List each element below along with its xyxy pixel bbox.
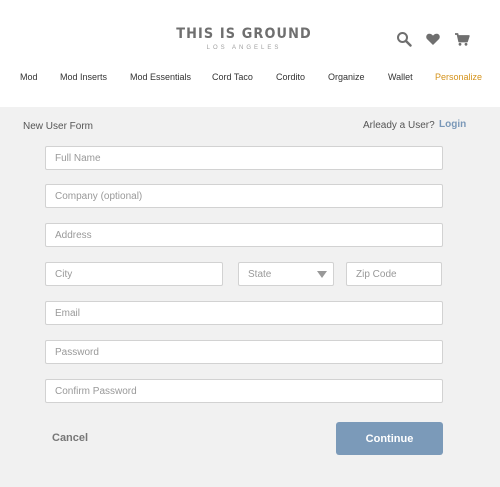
continue-button[interactable]: Continue <box>336 422 443 455</box>
nav-item-mod-inserts[interactable]: Mod Inserts <box>60 72 107 82</box>
cancel-button[interactable]: Cancel <box>52 432 88 444</box>
password-input[interactable] <box>45 340 443 364</box>
company-input[interactable] <box>45 184 443 208</box>
email-input[interactable] <box>45 301 443 325</box>
heart-icon[interactable] <box>425 31 441 47</box>
confirm-password-input[interactable] <box>45 379 443 403</box>
zip-code-input[interactable] <box>346 262 442 286</box>
city-input[interactable] <box>45 262 223 286</box>
already-user-text: Arleady a User? <box>363 120 435 131</box>
nav-item-mod-essentials[interactable]: Mod Essentials <box>130 72 191 82</box>
full-name-input[interactable] <box>45 146 443 170</box>
header-icons <box>396 31 470 47</box>
cart-icon[interactable] <box>454 31 470 47</box>
new-user-form-panel: New User Form Arleady a User? Login Stat… <box>0 107 500 487</box>
nav-item-cordito[interactable]: Cordito <box>276 72 305 82</box>
site-header: THIS IS GROUND LOS ANGELES Mod Mod Inser… <box>0 0 500 107</box>
nav-item-organize[interactable]: Organize <box>328 72 365 82</box>
address-input[interactable] <box>45 223 443 247</box>
form-title: New User Form <box>23 121 94 132</box>
search-icon[interactable] <box>396 31 412 47</box>
state-select-value: State <box>248 269 272 280</box>
nav-item-wallet[interactable]: Wallet <box>388 72 413 82</box>
nav-item-personalize[interactable]: Personalize <box>435 72 482 82</box>
nav-item-cord-taco[interactable]: Cord Taco <box>212 72 253 82</box>
state-select[interactable]: State <box>238 262 334 286</box>
main-nav: Mod Mod Inserts Mod Essentials Cord Taco… <box>0 72 500 86</box>
chevron-down-icon <box>317 271 327 278</box>
nav-item-mod[interactable]: Mod <box>20 72 38 82</box>
login-link[interactable]: Login <box>439 119 466 130</box>
